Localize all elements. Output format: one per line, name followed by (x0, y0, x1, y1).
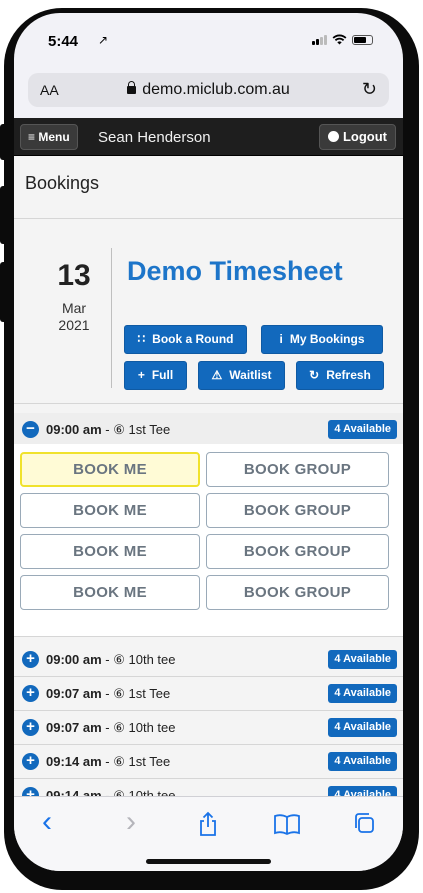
waitlist-label: Waitlist (229, 368, 272, 382)
collapse-icon[interactable]: − (22, 421, 39, 438)
back-icon[interactable]: ‹ (42, 805, 52, 839)
tee-time-row[interactable]: + 09:14 am - ⑥ 1st Tee 4 Available (14, 745, 403, 778)
tee-time-row[interactable]: − 09:00 am - ⑥ 1st Tee 4 Available (14, 413, 403, 446)
tee-time: 09:00 am (46, 422, 102, 437)
expand-icon[interactable]: + (22, 685, 39, 702)
date-divider (111, 248, 112, 388)
holes-icon: ⑥ (113, 686, 125, 701)
availability-badge: 4 Available (328, 786, 397, 796)
tee-time-text: 09:14 am - ⑥ 10th tee (46, 788, 176, 796)
book-me-button[interactable]: BOOK ME (20, 452, 200, 487)
divider (14, 218, 403, 219)
expand-icon[interactable]: + (22, 651, 39, 668)
lock-icon (127, 81, 137, 94)
side-button-mute (0, 124, 14, 160)
tee-time-text: 09:07 am - ⑥ 1st Tee (46, 686, 171, 701)
refresh-label: Refresh (326, 368, 371, 382)
status-bar: 5:44 ↗ (14, 13, 403, 63)
tee-name: 1st Tee (128, 422, 171, 437)
logout-label: Logout (342, 129, 387, 144)
url-text[interactable]: demo.miclub.com.au (142, 81, 290, 98)
availability-badge: 4 Available (328, 718, 397, 737)
site-header: ≡ Menu Sean Henderson Logout (14, 118, 403, 156)
grid-icon: ∷ (137, 332, 146, 346)
tee-time-row[interactable]: + 09:00 am - ⑥ 10th tee 4 Available (14, 643, 403, 676)
reload-icon[interactable]: ↻ (362, 79, 377, 100)
warning-icon: ⚠ (211, 368, 223, 382)
battery-icon (352, 34, 373, 45)
holes-icon: ⑥ (113, 720, 125, 735)
screen: 5:44 ↗ AA demo.miclub.com.au ↻ ≡ Menu Se… (14, 13, 403, 871)
side-button-volume-down (0, 262, 14, 322)
forward-icon[interactable]: › (126, 805, 136, 839)
holes-icon: ⑥ (113, 754, 125, 769)
holes-icon: ⑥ (113, 652, 125, 667)
side-button-volume-up (0, 186, 14, 244)
status-icons (312, 34, 373, 45)
bookmarks-icon[interactable] (274, 813, 300, 835)
tee-time-text: 09:00 am - ⑥ 10th tee (46, 652, 176, 667)
signal-icon (312, 34, 327, 45)
plus-icon: + (137, 368, 145, 382)
booking-slots: BOOK ME BOOK GROUP BOOK ME BOOK GROUP BO… (14, 444, 403, 636)
date-month: Mar (61, 300, 87, 316)
expand-icon[interactable]: + (22, 719, 39, 736)
my-bookings-button[interactable]: i My Bookings (261, 325, 383, 354)
tee-time-row[interactable]: + 09:07 am - ⑥ 1st Tee 4 Available (14, 677, 403, 710)
full-button[interactable]: + Full (124, 361, 187, 390)
date-year: 2021 (58, 317, 90, 333)
date-day: 13 (57, 259, 91, 292)
browser-toolbar: ‹ › (14, 796, 403, 871)
tee-time-row[interactable]: + 09:14 am - ⑥ 10th tee 4 Available (14, 779, 403, 796)
share-icon[interactable] (197, 811, 219, 837)
page-title: Bookings (25, 173, 100, 193)
user-name: Sean Henderson (98, 129, 211, 146)
availability-badge: 4 Available (328, 684, 397, 703)
waitlist-button[interactable]: ⚠ Waitlist (198, 361, 285, 390)
refresh-icon: ↻ (309, 368, 320, 382)
refresh-button[interactable]: ↻ Refresh (296, 361, 384, 390)
power-icon (327, 131, 339, 142)
book-me-button[interactable]: BOOK ME (20, 534, 200, 569)
home-indicator (146, 859, 271, 864)
divider (14, 403, 403, 404)
book-group-button[interactable]: BOOK GROUP (206, 534, 389, 569)
my-bookings-label: My Bookings (289, 332, 365, 346)
full-label: Full (151, 368, 174, 382)
book-me-button[interactable]: BOOK ME (20, 493, 200, 528)
address-bar[interactable]: AA demo.miclub.com.au ↻ (28, 73, 389, 107)
status-time: 5:44 (48, 33, 79, 50)
menu-button[interactable]: ≡ Menu (20, 124, 78, 150)
tee-time-text: 09:07 am - ⑥ 10th tee (46, 720, 176, 735)
holes-icon: ⑥ (113, 788, 125, 796)
book-a-round-label: Book a Round (152, 332, 234, 346)
availability-badge: 4 Available (328, 752, 397, 771)
availability-badge: 4 Available (328, 420, 397, 439)
book-group-button[interactable]: BOOK GROUP (206, 493, 389, 528)
page-content: Bookings 13 Mar 2021 Demo Timesheet ∷ Boo… (14, 156, 403, 796)
holes-icon: ⑥ (113, 422, 125, 437)
logout-button[interactable]: Logout (318, 124, 396, 150)
book-group-button[interactable]: BOOK GROUP (206, 452, 389, 487)
tabs-icon[interactable] (353, 812, 375, 834)
divider (14, 636, 403, 637)
location-icon: ↗ (98, 33, 109, 47)
book-group-button[interactable]: BOOK GROUP (206, 575, 389, 610)
tee-time-row[interactable]: + 09:07 am - ⑥ 10th tee 4 Available (14, 711, 403, 744)
info-icon: i (279, 332, 283, 346)
tee-time-text: 09:00 am - ⑥ 1st Tee (46, 422, 171, 437)
book-a-round-button[interactable]: ∷ Book a Round (124, 325, 247, 354)
tee-time-text: 09:14 am - ⑥ 1st Tee (46, 754, 171, 769)
expand-icon[interactable]: + (22, 753, 39, 770)
url-text-wrapper[interactable]: demo.miclub.com.au (28, 81, 389, 99)
wifi-icon (332, 34, 347, 45)
book-me-button[interactable]: BOOK ME (20, 575, 200, 610)
expand-icon[interactable]: + (22, 787, 39, 796)
timesheet-title: Demo Timesheet (127, 256, 343, 286)
availability-badge: 4 Available (328, 650, 397, 669)
